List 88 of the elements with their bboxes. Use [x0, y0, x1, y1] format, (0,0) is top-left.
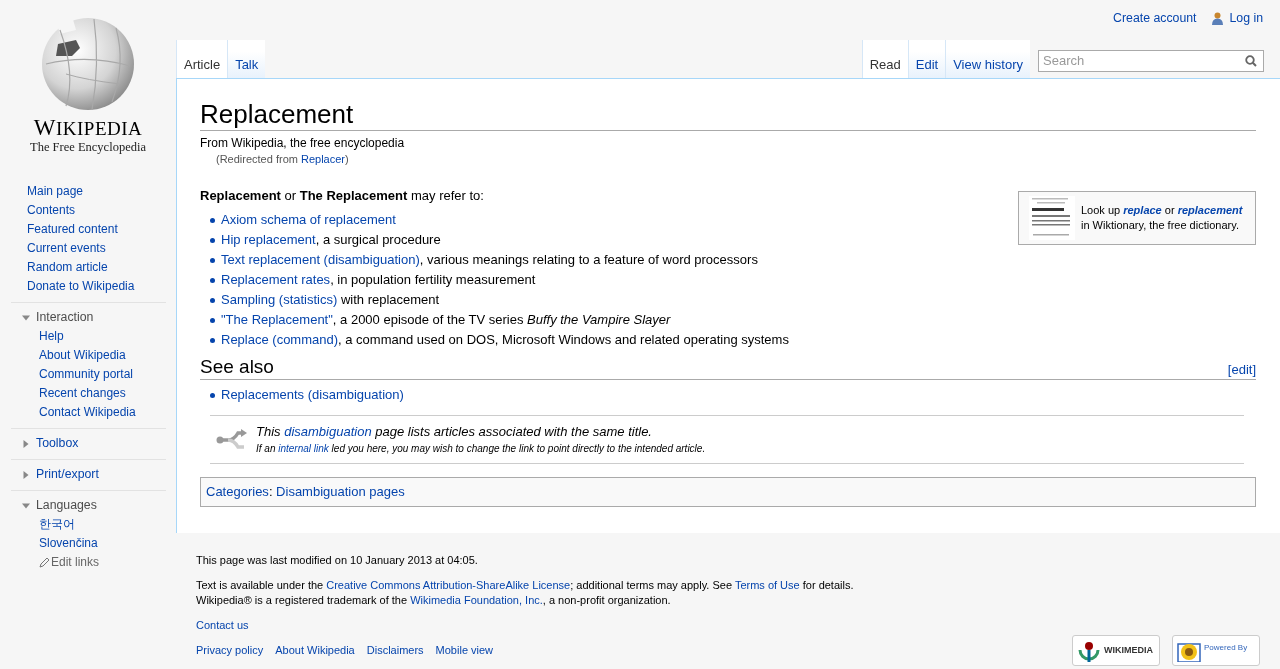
intro-text: Replacement or The Replacement may refer to:: [200, 187, 485, 205]
caret-down-icon: [22, 313, 30, 322]
bullet-icon: [210, 237, 215, 243]
portal-heading[interactable]: Print/export: [11, 465, 166, 484]
tab[interactable]: View history: [945, 40, 1030, 78]
notice-hint-text: If an internal link led you here, you may wish to change the link to point directly to the intended article.: [256, 442, 706, 456]
nav-link[interactable]: Donate to Wikipedia: [27, 277, 135, 296]
list-item-text: Replace (command), a command used on DOS, Microsoft Windows and related operating systems: [221, 331, 789, 349]
caret-down-icon: [22, 501, 30, 510]
bullet-icon: [210, 317, 215, 323]
trademark-text: Wikipedia® is a registered trademark of the Wikimedia Foundation, Inc., a non-profit organization.: [196, 593, 672, 608]
pencil-icon: [39, 557, 50, 568]
footer-link[interactable]: About Wikipedia: [275, 643, 355, 658]
nav-link[interactable]: Contents: [27, 201, 76, 220]
list-item-text: Replacement rates, in population fertility measurement: [221, 271, 536, 289]
create-account-link[interactable]: Create account: [1113, 11, 1197, 25]
tab[interactable]: Article: [176, 40, 228, 78]
wiktionary-text: Look up replace or replacement in Wiktionary, the free dictionary.: [1081, 203, 1244, 233]
search-icon: [1245, 54, 1257, 67]
log-in-link[interactable]: Log in: [1229, 11, 1263, 25]
portal-link[interactable]: 한국어: [39, 515, 75, 534]
link[interactable]: Axiom schema of replacement: [221, 212, 396, 227]
nav-link[interactable]: Random article: [27, 258, 108, 277]
footer-link[interactable]: Privacy policy: [196, 643, 264, 658]
wikimedia-logo-icon: [1077, 639, 1101, 662]
link[interactable]: Sampling (statistics): [221, 292, 338, 307]
nav-link[interactable]: Current events: [27, 239, 106, 258]
link[interactable]: internal link: [278, 443, 329, 454]
redirect-note: (Redirected from Replacer): [215, 152, 350, 167]
edit-links-link[interactable]: Edit links: [39, 553, 100, 572]
link[interactable]: Hip replacement: [221, 232, 316, 247]
link[interactable]: Categories: [206, 484, 269, 499]
categories-bar: Categories: Disambiguation pages: [200, 477, 1256, 507]
portal-heading[interactable]: Interaction: [11, 308, 166, 327]
portal-link[interactable]: Help: [39, 327, 64, 346]
link[interactable]: disambiguation: [284, 424, 372, 439]
edit-section-link[interactable]: [edit]: [1227, 361, 1256, 379]
bullet-icon: [210, 217, 215, 223]
link[interactable]: Disambiguation pages: [276, 484, 405, 499]
list-item-text: Hip replacement, a surgical procedure: [221, 231, 441, 249]
fork-arrow-icon: [216, 428, 248, 452]
footer-link[interactable]: Mobile view: [435, 643, 494, 658]
list-item-text: Sampling (statistics) with replacement: [221, 291, 440, 309]
tab[interactable]: Edit: [907, 40, 946, 78]
footer-badge[interactable]: WIKIMEDIA: [1072, 635, 1160, 666]
last-modified-text: This page was last modified on 10 January 2013 at 04:05.: [196, 553, 479, 568]
dictionary-page-icon: [1029, 196, 1075, 240]
link[interactable]: Terms of Use: [734, 579, 800, 591]
bullet-icon: [210, 257, 215, 263]
list-item-text: Text replacement (disambiguation), various meanings relating to a feature of word processors: [221, 251, 758, 269]
list-item-text: "The Replacement", a 2000 episode of the TV series Buffy the Vampire Slayer: [221, 311, 671, 329]
link[interactable]: Text replacement (disambiguation): [221, 252, 420, 267]
wordmark: WIKIPEDIA: [33, 116, 143, 139]
link[interactable]: "The Replacement": [221, 312, 333, 327]
page-tagline: From Wikipedia, the free encyclopedia: [200, 135, 406, 151]
user-icon: [1212, 11, 1224, 25]
page-title: Replacement: [200, 99, 1256, 131]
portal-link[interactable]: About Wikipedia: [39, 346, 126, 365]
portal-link[interactable]: Slovenčina: [39, 534, 98, 553]
section-heading: See also: [200, 355, 274, 379]
license-text: Text is available under the Creative Commons Attribution-ShareAlike License; additional terms may apply. See Terms of Use for details.: [196, 579, 854, 591]
nav-link[interactable]: Featured content: [27, 220, 118, 239]
search-field[interactable]: Search: [1038, 49, 1264, 72]
tab[interactable]: Talk: [227, 40, 266, 78]
bullet-icon: [210, 297, 215, 303]
footer-link[interactable]: Disclaimers: [366, 643, 424, 658]
portal-heading[interactable]: Languages: [11, 496, 166, 515]
notice-text: This disambiguation page lists articles associated with the same title.: [256, 423, 653, 441]
link[interactable]: replace: [1123, 204, 1162, 216]
portal-link[interactable]: Community portal: [39, 365, 134, 384]
link[interactable]: Replacer: [301, 153, 345, 165]
portal-link[interactable]: Contact Wikipedia: [39, 403, 136, 422]
bullet-icon: [210, 392, 215, 398]
caret-right-icon: [22, 439, 30, 448]
bullet-icon: [210, 277, 215, 283]
caret-right-icon: [22, 470, 30, 479]
link[interactable]: replacement: [1177, 204, 1243, 216]
link[interactable]: Replacements (disambiguation): [221, 387, 404, 402]
bullet-icon: [210, 337, 215, 343]
contact-link[interactable]: Contact us: [196, 619, 249, 631]
footer-badge[interactable]: Powered By: [1172, 635, 1260, 666]
portal-link[interactable]: Recent changes: [39, 384, 126, 403]
sunflower-icon: [1177, 640, 1201, 662]
tab[interactable]: Read: [861, 40, 908, 78]
portal-heading[interactable]: Toolbox: [11, 434, 166, 453]
logo-tagline: The Free Encyclopedia: [30, 139, 146, 156]
nav-link[interactable]: Main page: [27, 182, 84, 201]
link[interactable]: Wikimedia Foundation, Inc.: [410, 594, 543, 606]
